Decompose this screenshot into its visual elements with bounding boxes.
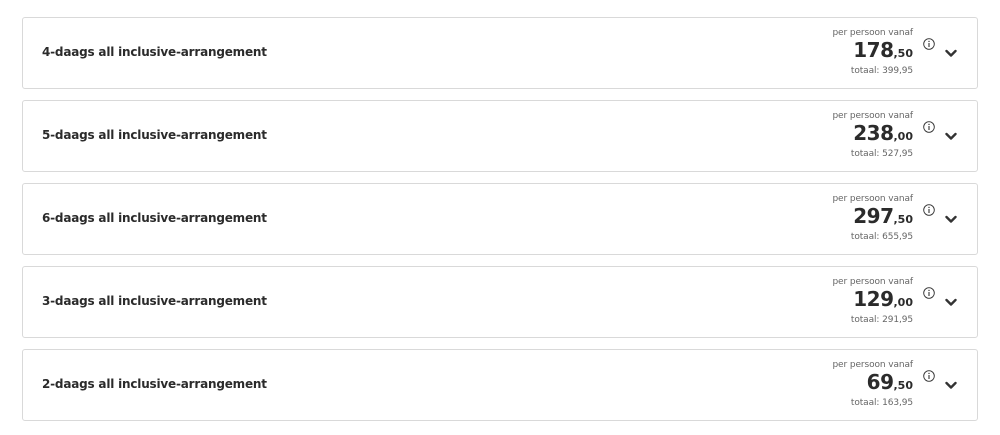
chevron-down-icon[interactable]	[945, 215, 957, 224]
price-decimal: ,50	[893, 47, 914, 60]
total-price: totaal: 527,95	[850, 149, 913, 159]
chevron-down-icon[interactable]	[945, 49, 957, 58]
price: 178,50	[832, 40, 913, 64]
price-integer: 178	[853, 38, 894, 62]
price-decimal: ,00	[893, 130, 914, 143]
price-integer: 238	[853, 121, 894, 145]
arrangement-card[interactable]: 3-daags all inclusive-arrangement per pe…	[22, 266, 978, 338]
arrangement-card[interactable]: 5-daags all inclusive-arrangement per pe…	[22, 100, 978, 172]
arrangement-title: 3-daags all inclusive-arrangement	[42, 294, 267, 308]
arrangement-title: 2-daags all inclusive-arrangement	[42, 377, 267, 391]
price-block: per persoon vanaf 238,00 totaal: 527,95	[832, 111, 913, 160]
total-price: totaal: 163,95	[850, 398, 913, 408]
price: 129,00	[832, 289, 913, 313]
price: 238,00	[832, 123, 913, 147]
price-decimal: ,00	[893, 296, 914, 309]
price: 297,50	[832, 206, 913, 230]
info-icon[interactable]	[923, 121, 935, 133]
price: 69,50	[832, 372, 913, 396]
chevron-down-icon[interactable]	[945, 381, 957, 390]
info-icon[interactable]	[923, 38, 935, 50]
chevron-down-icon[interactable]	[945, 298, 957, 307]
chevron-down-icon[interactable]	[945, 132, 957, 141]
arrangement-card[interactable]: 4-daags all inclusive-arrangement per pe…	[22, 17, 978, 89]
total-price: totaal: 291,95	[850, 315, 913, 325]
price-decimal: ,50	[893, 379, 914, 392]
total-price: totaal: 655,95	[850, 232, 913, 242]
arrangement-title: 5-daags all inclusive-arrangement	[42, 128, 267, 142]
info-icon[interactable]	[923, 370, 935, 382]
price-block: per persoon vanaf 297,50 totaal: 655,95	[832, 194, 913, 243]
info-icon[interactable]	[923, 287, 935, 299]
info-icon[interactable]	[923, 204, 935, 216]
total-price: totaal: 399,95	[850, 66, 913, 76]
arrangement-card[interactable]: 6-daags all inclusive-arrangement per pe…	[22, 183, 978, 255]
arrangement-card[interactable]: 2-daags all inclusive-arrangement per pe…	[22, 349, 978, 421]
price-block: per persoon vanaf 69,50 totaal: 163,95	[832, 360, 913, 409]
price-block: per persoon vanaf 129,00 totaal: 291,95	[832, 277, 913, 326]
price-decimal: ,50	[893, 213, 914, 226]
arrangement-list: 4-daags all inclusive-arrangement per pe…	[22, 17, 978, 432]
price-integer: 297	[853, 204, 894, 228]
price-integer: 69	[866, 370, 894, 394]
arrangement-title: 6-daags all inclusive-arrangement	[42, 211, 267, 225]
price-block: per persoon vanaf 178,50 totaal: 399,95	[832, 28, 913, 77]
arrangement-title: 4-daags all inclusive-arrangement	[42, 45, 267, 59]
price-integer: 129	[853, 287, 894, 311]
